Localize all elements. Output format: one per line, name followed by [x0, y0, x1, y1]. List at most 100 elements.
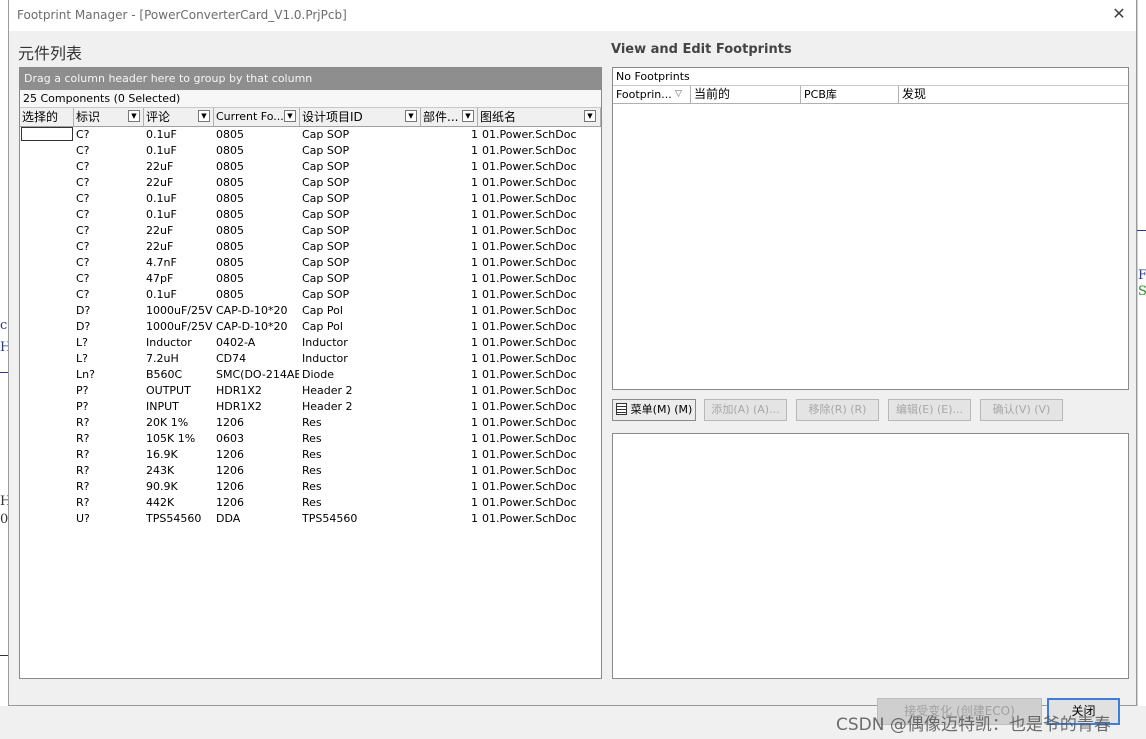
cell-sheet-name: 01.Power.SchDoc — [482, 160, 577, 173]
filter-dropdown-icon[interactable]: ▼ — [284, 110, 296, 122]
table-row[interactable]: P? OUTPUT HDR1X2 Header 2 1 01.Power.SchDoc — [20, 383, 601, 399]
table-row[interactable]: U? TPS54560 DDA TPS54560 1 01.Power.SchDoc — [20, 511, 601, 527]
table-row[interactable]: L? 7.2uH CD74 Inductor 1 01.Power.SchDoc — [20, 351, 601, 367]
column-header-comment[interactable]: 评论 ▼ — [144, 108, 214, 126]
table-row[interactable]: R? 20K 1% 1206 Res 1 01.Power.SchDoc — [20, 415, 601, 431]
cell-comment: INPUT — [146, 400, 179, 413]
cell-sheet-name: 01.Power.SchDoc — [482, 192, 577, 205]
table-row[interactable]: C? 0.1uF 0805 Cap SOP 1 01.Power.SchDoc — [20, 207, 601, 223]
footprint-grid[interactable]: No Footprints Footprin... ▽ 当前的 PCB库 发现 — [612, 67, 1129, 390]
cell-sheet-name: 01.Power.SchDoc — [482, 288, 577, 301]
table-row[interactable]: C? 22uF 0805 Cap SOP 1 01.Power.SchDoc — [20, 223, 601, 239]
cell-sheet-name: 01.Power.SchDoc — [482, 352, 577, 365]
table-row[interactable]: C? 22uF 0805 Cap SOP 1 01.Power.SchDoc — [20, 175, 601, 191]
table-row[interactable]: C? 4.7nF 0805 Cap SOP 1 01.Power.SchDoc — [20, 255, 601, 271]
table-row[interactable]: C? 47pF 0805 Cap SOP 1 01.Power.SchDoc — [20, 271, 601, 287]
column-header-designator[interactable]: 标识 ▼ — [74, 108, 144, 126]
close-icon[interactable]: ✕ — [1110, 5, 1128, 23]
cell-comment: Inductor — [146, 336, 192, 349]
table-row[interactable]: R? 16.9K 1206 Res 1 01.Power.SchDoc — [20, 447, 601, 463]
table-row[interactable]: C? 22uF 0805 Cap SOP 1 01.Power.SchDoc — [20, 239, 601, 255]
cell-part-count: 1 — [471, 384, 478, 397]
column-header-footprint[interactable]: Footprin... ▽ — [613, 86, 691, 103]
table-row[interactable]: L? Inductor 0402-A Inductor 1 01.Power.SchDoc — [20, 335, 601, 351]
filter-dropdown-icon[interactable]: ▼ — [198, 110, 210, 122]
cell-comment: 20K 1% — [146, 416, 189, 429]
table-row[interactable]: C? 0.1uF 0805 Cap SOP 1 01.Power.SchDoc — [20, 143, 601, 159]
filter-dropdown-icon[interactable]: ▼ — [584, 110, 596, 122]
cell-part-count: 1 — [471, 320, 478, 333]
table-row[interactable]: R? 90.9K 1206 Res 1 01.Power.SchDoc — [20, 479, 601, 495]
cell-part-count: 1 — [471, 304, 478, 317]
cell-comment: 1000uF/25V — [146, 320, 213, 333]
menu-button[interactable]: 菜单(M) (M) — [612, 399, 696, 421]
table-row[interactable]: R? 105K 1% 0603 Res 1 01.Power.SchDoc — [20, 431, 601, 447]
filter-dropdown-icon[interactable]: ▼ — [405, 110, 417, 122]
cell-comment: 243K — [146, 464, 175, 477]
table-row[interactable]: R? 442K 1206 Res 1 01.Power.SchDoc — [20, 495, 601, 511]
column-header-found[interactable]: 发现 — [899, 86, 1128, 103]
component-rows: C? 0.1uF 0805 Cap SOP 1 01.Power.SchDoc C? 0.1u… — [20, 127, 601, 527]
cell-design-item-id: Inductor — [302, 352, 348, 365]
cell-sheet-name: 01.Power.SchDoc — [482, 304, 577, 317]
cell-sheet-name: 01.Power.SchDoc — [482, 464, 577, 477]
group-by-hint[interactable]: Drag a column header here to group by th… — [20, 68, 601, 90]
cell-sheet-name: 01.Power.SchDoc — [482, 320, 577, 333]
column-header-current[interactable]: 当前的 — [691, 86, 801, 103]
table-row[interactable]: C? 0.1uF 0805 Cap SOP 1 01.Power.SchDoc — [20, 287, 601, 303]
cell-designator: C? — [76, 240, 90, 253]
cell-sheet-name: 01.Power.SchDoc — [482, 176, 577, 189]
table-row[interactable]: C? 0.1uF 0805 Cap SOP 1 01.Power.SchDoc — [20, 127, 601, 143]
table-row[interactable]: Ln? B560C SMC(DO-214AB) Diode 1 01.Power.SchD… — [20, 367, 601, 383]
table-row[interactable]: R? 243K 1206 Res 1 01.Power.SchDoc — [20, 463, 601, 479]
table-row[interactable]: D? 1000uF/25V MCAP-D-10*20 Cap Pol 1 01.Powe… — [20, 303, 601, 319]
column-header-label: Current Fo... — [216, 110, 284, 123]
column-header-pcb-library[interactable]: PCB库 — [801, 86, 899, 103]
footprint-preview[interactable] — [612, 433, 1129, 679]
table-row[interactable]: C? 0.1uF 0805 Cap SOP 1 01.Power.SchDoc — [20, 191, 601, 207]
filter-dropdown-icon[interactable]: ▼ — [128, 110, 140, 122]
cell-designator: R? — [76, 432, 90, 445]
cell-part-count: 1 — [471, 240, 478, 253]
cell-design-item-id: Header 2 — [302, 384, 353, 397]
cell-design-item-id: Cap SOP — [302, 192, 350, 205]
cell-comment: 0.1uF — [146, 288, 177, 301]
add-button[interactable]: 添加(A) (A)... — [704, 399, 787, 421]
cell-design-item-id: Res — [302, 448, 322, 461]
remove-button[interactable]: 移除(R) (R) — [796, 399, 879, 421]
column-header-current-footprint[interactable]: Current Fo... ▼ — [214, 108, 300, 126]
cell-designator: C? — [76, 160, 90, 173]
filter-dropdown-icon[interactable]: ▼ — [462, 110, 474, 122]
column-header-label: 图纸名 — [480, 110, 517, 124]
column-header-label: 选择的 — [22, 110, 59, 124]
focused-cell[interactable] — [21, 127, 73, 141]
cell-sheet-name: 01.Power.SchDoc — [482, 208, 577, 221]
cell-part-count: 1 — [471, 352, 478, 365]
component-count: 25 Components (0 Selected) — [20, 90, 601, 108]
cell-current-footprint: 1206 — [216, 416, 244, 429]
table-row[interactable]: P? INPUT HDR1X2 Header 2 1 01.Power.SchDoc — [20, 399, 601, 415]
cell-part-count: 1 — [471, 288, 478, 301]
confirm-button[interactable]: 确认(V) (V) — [980, 399, 1063, 421]
cell-part-count: 1 — [471, 496, 478, 509]
cell-comment: 0.1uF — [146, 144, 177, 157]
cell-designator: P? — [76, 384, 89, 397]
component-grid[interactable]: Drag a column header here to group by th… — [19, 67, 602, 679]
cell-comment: 90.9K — [146, 480, 178, 493]
column-header-sheet-name[interactable]: 图纸名 ▼ — [478, 108, 601, 126]
cell-part-count: 1 — [471, 144, 478, 157]
table-row[interactable]: C? 22uF 0805 Cap SOP 1 01.Power.SchDoc — [20, 159, 601, 175]
edit-button[interactable]: 编辑(E) (E)... — [888, 399, 971, 421]
cell-current-footprint: CD74 — [216, 352, 247, 365]
cell-designator: L? — [76, 352, 88, 365]
cell-current-footprint: 1206 — [216, 496, 244, 509]
sort-icon: ▽ — [675, 89, 682, 99]
column-header-design-item-id[interactable]: 设计项目ID ▼ — [300, 108, 421, 126]
window-title: Footprint Manager - [PowerConverterCard_… — [17, 8, 347, 22]
background-app-right-edge — [1137, 0, 1146, 739]
column-header-part-count[interactable]: 部件... ▼ — [421, 108, 478, 126]
cell-current-footprint: 0805 — [216, 176, 244, 189]
background-schematic-fragment: S — [1138, 284, 1146, 299]
column-header-selected[interactable]: 选择的 — [20, 108, 74, 126]
table-row[interactable]: D? 1000uF/25V CAP-D-10*20 Cap Pol 1 01.Power.… — [20, 319, 601, 335]
